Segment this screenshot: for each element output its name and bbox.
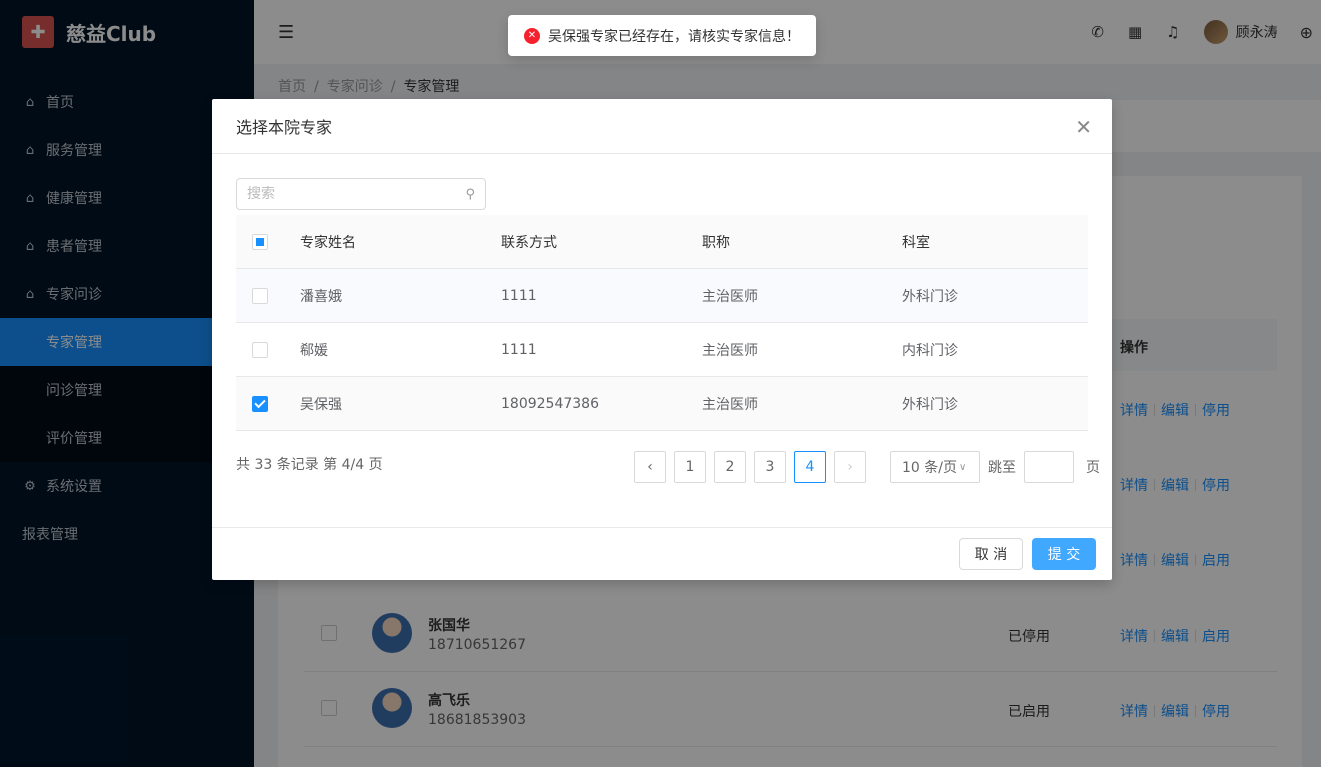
goto-suffix: 页 bbox=[1086, 460, 1100, 476]
expert-table: 专家姓名 联系方式 职称 科室 潘喜娥 1111 主治医师 外科门诊 郗媛 11… bbox=[236, 215, 1088, 431]
column-header-phone: 联系方式 bbox=[501, 234, 557, 251]
modal-title: 选择本院专家 bbox=[236, 118, 333, 137]
chevron-down-icon: ∨ bbox=[958, 461, 967, 473]
table-header-row: 专家姓名 联系方式 职称 科室 bbox=[236, 215, 1088, 269]
search-input[interactable] bbox=[247, 186, 466, 202]
row-checkbox-cell bbox=[236, 287, 300, 304]
row-checkbox-cell bbox=[236, 395, 300, 412]
column-header-name: 专家姓名 bbox=[300, 234, 356, 251]
table-row[interactable]: 郗媛 1111 主治医师 内科门诊 bbox=[236, 323, 1088, 377]
expert-title: 主治医师 bbox=[702, 288, 758, 305]
expert-name: 潘喜娥 bbox=[300, 288, 342, 305]
expert-phone: 1111 bbox=[501, 341, 537, 358]
page-size-select[interactable]: 10 条/页 ∨ bbox=[890, 451, 980, 483]
next-page-button[interactable]: › bbox=[834, 451, 866, 483]
page-button-2[interactable]: 2 bbox=[714, 451, 746, 483]
expert-dept: 外科门诊 bbox=[902, 396, 958, 413]
column-header-title: 职称 bbox=[702, 234, 730, 251]
toast-message: 吴保强专家已经存在，请核实专家信息！ bbox=[548, 28, 800, 45]
table-row[interactable]: 潘喜娥 1111 主治医师 外科门诊 bbox=[236, 269, 1088, 323]
pagination: ‹ 1 2 3 4 › 10 条/页 ∨ 跳至 页 bbox=[634, 451, 1100, 483]
expert-phone: 1111 bbox=[501, 287, 537, 304]
column-header-dept: 科室 bbox=[902, 234, 930, 251]
expert-dept: 内科门诊 bbox=[902, 342, 958, 359]
row-checkbox[interactable] bbox=[252, 287, 268, 304]
error-toast: ✕ 吴保强专家已经存在，请核实专家信息！ bbox=[508, 15, 816, 56]
table-row[interactable]: 吴保强 18092547386 主治医师 外科门诊 bbox=[236, 377, 1088, 431]
goto-label: 跳至 bbox=[988, 460, 1016, 476]
submit-button[interactable]: 提 交 bbox=[1032, 538, 1096, 570]
expert-title: 主治医师 bbox=[702, 396, 758, 413]
page-button-3[interactable]: 3 bbox=[754, 451, 786, 483]
modal-header: 选择本院专家 bbox=[212, 99, 1112, 154]
expert-dept: 外科门诊 bbox=[902, 288, 958, 305]
pagination-total: 共 33 条记录 第 4/4 页 bbox=[236, 457, 383, 473]
modal-footer: 取 消 提 交 bbox=[212, 527, 1112, 580]
select-all-cell bbox=[236, 233, 300, 250]
expert-title: 主治医师 bbox=[702, 342, 758, 359]
row-checkbox[interactable] bbox=[252, 341, 268, 358]
page-button-1[interactable]: 1 bbox=[674, 451, 706, 483]
error-icon: ✕ bbox=[524, 27, 540, 44]
row-checkbox-cell bbox=[236, 341, 300, 358]
goto-page-input[interactable] bbox=[1024, 451, 1074, 483]
cancel-button[interactable]: 取 消 bbox=[959, 538, 1023, 570]
search-box: ⚲ bbox=[236, 178, 486, 210]
page-button-4[interactable]: 4 bbox=[794, 451, 826, 483]
expert-name: 吴保强 bbox=[300, 396, 342, 413]
prev-page-button[interactable]: ‹ bbox=[634, 451, 666, 483]
select-expert-modal: 选择本院专家 ✕ ⚲ 专家姓名 联系方式 职称 科室 潘喜娥 1111 主治医师… bbox=[212, 99, 1112, 580]
page-size-value: 10 条/页 bbox=[902, 460, 957, 476]
search-icon[interactable]: ⚲ bbox=[465, 187, 475, 202]
expert-name: 郗媛 bbox=[300, 342, 328, 359]
select-all-checkbox[interactable] bbox=[252, 233, 268, 250]
expert-phone: 18092547386 bbox=[501, 395, 599, 412]
row-checkbox[interactable] bbox=[252, 395, 268, 412]
close-icon[interactable]: ✕ bbox=[1075, 115, 1092, 139]
